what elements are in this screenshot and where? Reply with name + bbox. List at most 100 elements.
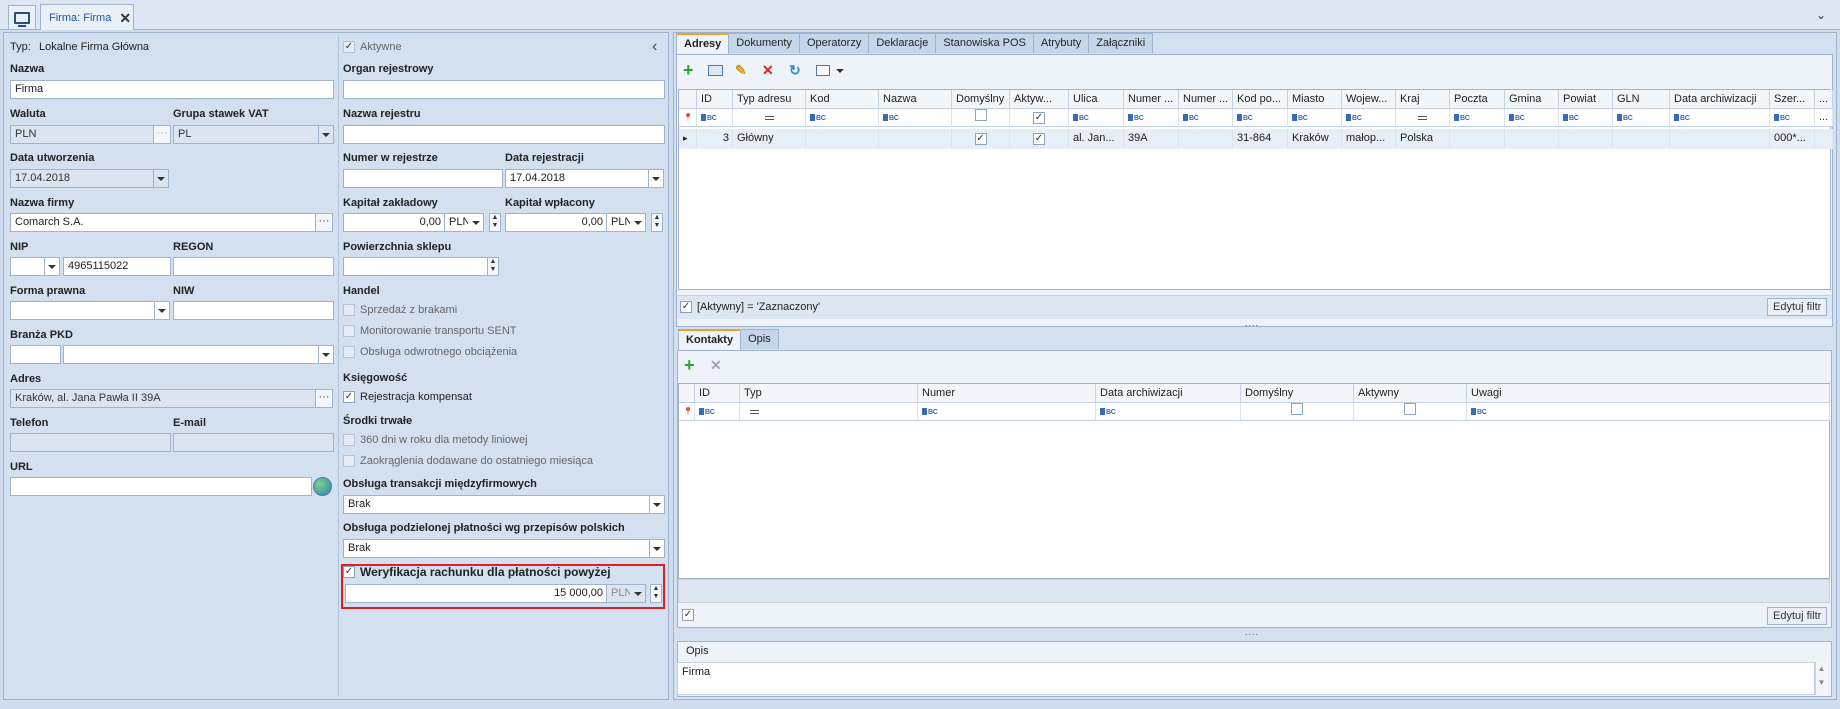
chevron-down-icon[interactable] <box>44 257 60 276</box>
kap-zak-spinner[interactable]: ▲ ▼ <box>489 213 501 232</box>
column-header[interactable]: Ulica <box>1069 90 1124 109</box>
chevron-down-icon[interactable] <box>649 495 665 514</box>
url-input[interactable] <box>10 477 312 496</box>
rejestracja-checkbox[interactable]: ✓ <box>343 391 355 403</box>
column-header[interactable]: Uwagi <box>1467 384 1830 403</box>
column-header[interactable]: Gmina <box>1505 90 1559 109</box>
column-header[interactable]: Poczta <box>1450 90 1505 109</box>
collapse-icon[interactable]: ‹ <box>652 38 657 56</box>
filter-cell[interactable]: BC <box>879 109 952 127</box>
table-cell[interactable]: ✓ <box>952 129 1010 149</box>
chevron-down-icon[interactable] <box>154 301 170 320</box>
add-icon[interactable]: + <box>683 61 694 79</box>
close-icon[interactable]: ✕ <box>119 11 131 25</box>
table-cell[interactable]: Polska <box>1396 129 1450 149</box>
table-cell[interactable]: 31-864 <box>1233 129 1288 149</box>
tab-zalaczniki[interactable]: Załączniki <box>1088 33 1154 53</box>
column-header[interactable]: Miasto <box>1288 90 1342 109</box>
table-cell[interactable] <box>1670 129 1770 149</box>
table-cell[interactable]: małop... <box>1342 129 1396 149</box>
column-header[interactable]: Domyślny <box>1241 384 1354 403</box>
table-cell[interactable] <box>1613 129 1670 149</box>
delete-icon[interactable]: ✕ <box>762 62 774 78</box>
tab-stanowiska-pos[interactable]: Stanowiska POS <box>935 33 1034 53</box>
filter-cell[interactable]: BC <box>697 109 733 127</box>
table-cell[interactable] <box>879 129 952 149</box>
table-cell[interactable]: al. Jan... <box>1069 129 1124 149</box>
filter-cell[interactable]: BC <box>1467 403 1830 421</box>
filter-cell[interactable]: BC <box>1613 109 1670 127</box>
table-cell[interactable]: 39A <box>1124 129 1179 149</box>
table-cell[interactable] <box>1450 129 1505 149</box>
branza-code-input[interactable] <box>10 345 61 364</box>
filter-cell[interactable]: BC <box>1342 109 1396 127</box>
filter-enable-checkbox[interactable]: ✓ <box>680 301 692 313</box>
column-header[interactable]: Numer <box>918 384 1096 403</box>
filter-cell[interactable]: BC <box>1450 109 1505 127</box>
column-header[interactable]: Powiat <box>1559 90 1613 109</box>
filter-cell[interactable]: BC <box>1770 109 1815 127</box>
filter-cell[interactable] <box>1354 403 1467 421</box>
filter-cell[interactable] <box>1396 109 1450 127</box>
tab-dokumenty[interactable]: Dokumenty <box>728 33 800 53</box>
filter-cell[interactable] <box>1241 403 1354 421</box>
column-header[interactable]: Data archiwizacji <box>1096 384 1241 403</box>
numer-rej-input[interactable] <box>343 169 503 188</box>
opis-textarea[interactable]: Firma <box>677 662 1815 695</box>
pin-icon[interactable]: 📍 <box>679 109 697 127</box>
transakcje-select[interactable]: Brak <box>343 495 650 514</box>
column-header[interactable]: Data archiwizacji <box>1670 90 1770 109</box>
refresh-icon[interactable]: ↻ <box>789 62 801 78</box>
regon-input[interactable] <box>173 257 334 276</box>
filter-cell[interactable]: BC <box>1069 109 1124 127</box>
table-cell[interactable] <box>1505 129 1559 149</box>
column-header[interactable]: Domyślny <box>952 90 1010 109</box>
column-header[interactable]: Typ adresu <box>733 90 806 109</box>
nazwa-rej-input[interactable] <box>343 125 665 144</box>
filter-cell[interactable]: BC <box>695 403 740 421</box>
tab-deklaracje[interactable]: Deklaracje <box>868 33 937 53</box>
adres-browse-button[interactable]: ··· <box>315 389 333 408</box>
column-header[interactable]: Kod <box>806 90 879 109</box>
column-header[interactable] <box>679 384 695 403</box>
organ-input[interactable] <box>343 80 665 99</box>
filter-cell[interactable]: BC <box>1179 109 1233 127</box>
kap-wpl-input[interactable]: 0,00 <box>505 213 607 232</box>
filter-cell[interactable] <box>740 403 918 421</box>
table-cell[interactable]: 000*... <box>1770 129 1815 149</box>
kap-zak-input[interactable]: 0,00 <box>343 213 445 232</box>
table-cell[interactable] <box>1179 129 1233 149</box>
document-tab[interactable]: Firma: Firma ✕ <box>40 4 134 30</box>
splitter-handle-2[interactable]: .... <box>1245 627 1259 637</box>
home-tab[interactable] <box>8 5 36 29</box>
nip-prefix-select[interactable] <box>10 257 45 276</box>
forma-prawna-select[interactable] <box>10 301 155 320</box>
table-cell[interactable]: ✓ <box>1010 129 1069 149</box>
column-header[interactable] <box>679 90 697 109</box>
column-header[interactable]: Wojew... <box>1342 90 1396 109</box>
table-cell[interactable] <box>1815 129 1833 149</box>
filter-cell[interactable]: ... <box>1815 109 1833 127</box>
nip-input[interactable]: 4965115022 <box>63 257 171 276</box>
add-icon[interactable]: + <box>684 356 695 374</box>
column-header[interactable]: ID <box>697 90 733 109</box>
globe-icon[interactable] <box>313 477 332 496</box>
nazwa-input[interactable]: Firma <box>10 80 334 99</box>
add-from-list-icon[interactable] <box>708 65 723 76</box>
table-cell[interactable] <box>806 129 879 149</box>
edit-filter-button[interactable]: Edytuj filtr <box>1767 298 1828 316</box>
column-header[interactable]: Numer ... <box>1124 90 1179 109</box>
chevron-down-icon[interactable] <box>630 213 646 232</box>
column-header[interactable]: Aktywny <box>1354 384 1467 403</box>
filter-cell[interactable] <box>952 109 1010 127</box>
tab-atrybuty[interactable]: Atrybuty <box>1032 33 1090 53</box>
filter-cell[interactable]: BC <box>806 109 879 127</box>
filter-cell[interactable] <box>733 109 806 127</box>
column-header[interactable]: Aktyw... <box>1010 90 1069 109</box>
export-icon[interactable] <box>816 65 830 76</box>
edit-filter-button-2[interactable]: Edytuj filtr <box>1767 607 1828 625</box>
data-rej-input[interactable]: 17.04.2018 <box>505 169 649 188</box>
filter-cell[interactable]: BC <box>1288 109 1342 127</box>
column-header[interactable]: Numer ... <box>1179 90 1233 109</box>
nazwa-firmy-browse-button[interactable]: ··· <box>315 213 333 232</box>
